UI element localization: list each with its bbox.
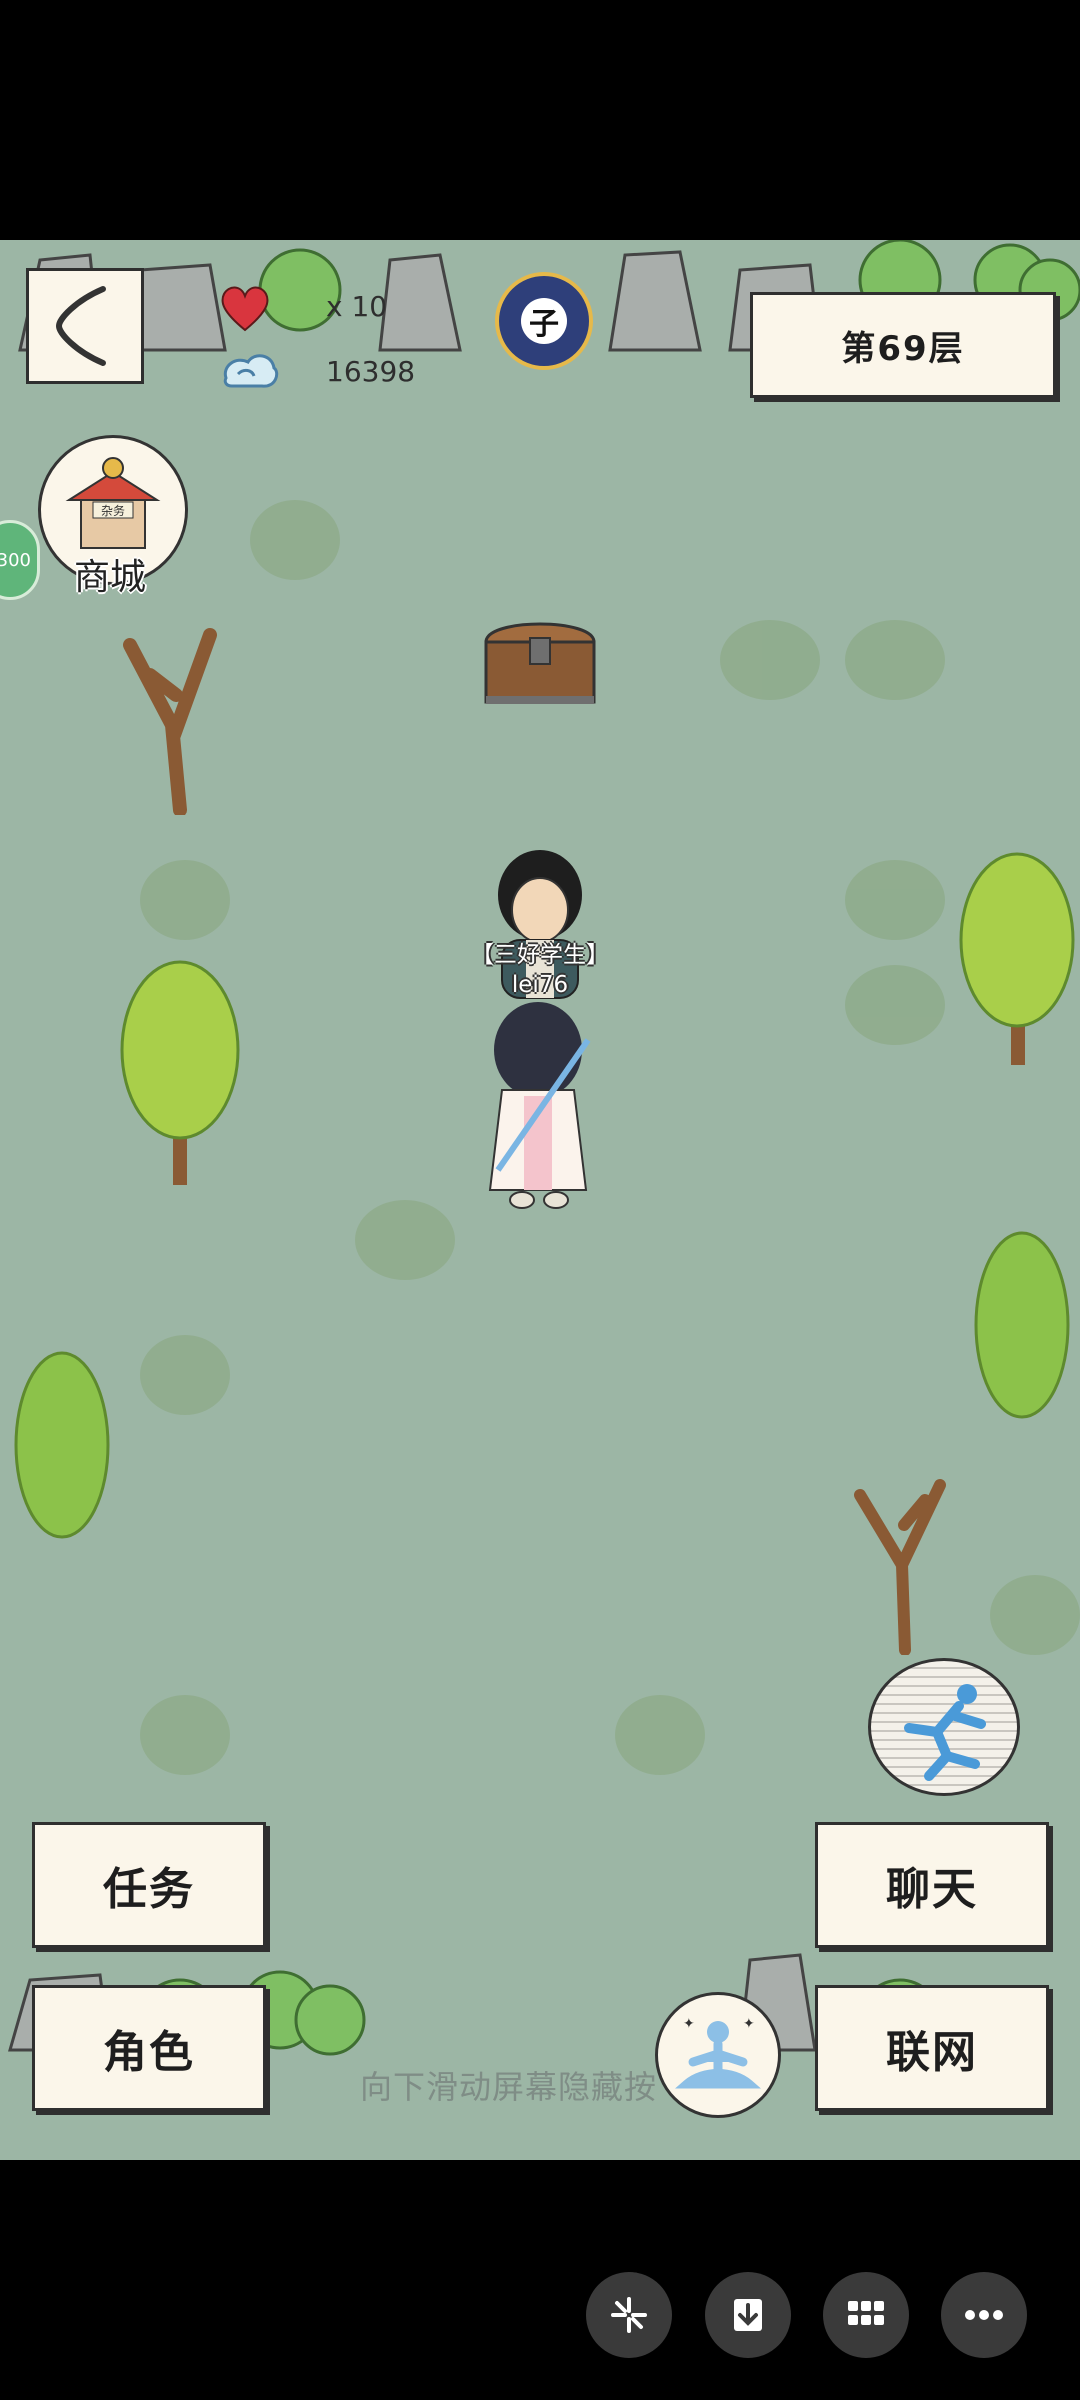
network-button[interactable]: 联网 (815, 1985, 1049, 2111)
player-character (488, 1002, 591, 1209)
sparkle-icon (611, 2297, 647, 2333)
sprint-button[interactable] (868, 1658, 1020, 1796)
quest-button[interactable]: 任务 (32, 1822, 266, 1948)
chat-button[interactable]: 聊天 (815, 1822, 1049, 1948)
more-button[interactable] (941, 2272, 1027, 2358)
npc-name-tag: 【三好学生】 lei76 (470, 940, 610, 1000)
meditate-button[interactable]: ✦ ✦ (655, 1992, 781, 2118)
more-dots-icon (965, 2310, 1003, 2320)
grid-icon (848, 2301, 884, 2325)
game-screen: x 10 16398 子 第69层 4300 杂务 商城 (0, 240, 1080, 2160)
svg-text:✦: ✦ (743, 2016, 755, 2032)
download-button[interactable] (705, 2272, 791, 2358)
sparkle-button[interactable] (586, 2272, 672, 2358)
download-icon (734, 2299, 762, 2331)
meditation-figure-icon: ✦ ✦ (675, 2016, 761, 2089)
character-button[interactable]: 角色 (32, 1985, 266, 2111)
npc-title: 【三好学生】 (471, 942, 609, 968)
running-figure-icon (904, 1684, 986, 1781)
apps-button[interactable] (823, 2272, 909, 2358)
svg-text:✦: ✦ (683, 2016, 695, 2032)
npc-name: lei76 (511, 972, 569, 998)
swipe-hint: 向下滑动屏幕隐藏按 (360, 2068, 658, 2106)
